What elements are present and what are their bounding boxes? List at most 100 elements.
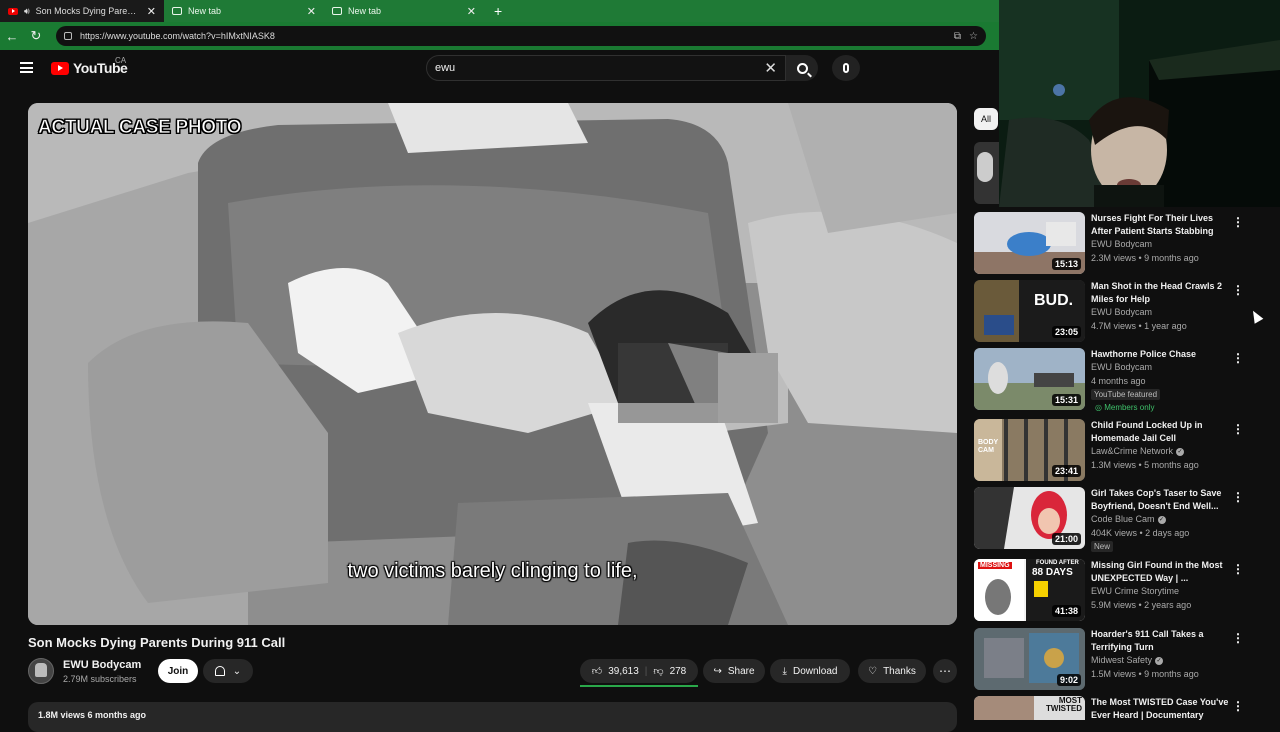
- recommended-video[interactable]: 15:31 Hawthorne Police Chase EWU Bodycam…: [974, 348, 1274, 412]
- video-thumbnail[interactable]: 21:00: [974, 487, 1085, 549]
- tab-title: New tab: [188, 6, 222, 16]
- more-options-icon[interactable]: ⋮: [1232, 215, 1244, 229]
- recommended-video[interactable]: 9:02 Hoarder's 911 Call Takes a Terrifyi…: [974, 628, 1274, 692]
- thanks-button[interactable]: ♡ Thanks: [858, 659, 926, 683]
- like-ratio-bar: [580, 685, 698, 687]
- thumbnail-text: BODY CAM: [978, 439, 999, 454]
- recommended-video[interactable]: 21:00 Girl Takes Cop's Taser to Save Boy…: [974, 487, 1274, 552]
- channel-name[interactable]: EWU Crime Storytime: [1091, 586, 1179, 596]
- video-thumbnail[interactable]: BODY CAM 23:41: [974, 419, 1085, 481]
- video-title[interactable]: Missing Girl Found in the Most UNEXPECTE…: [1091, 559, 1229, 585]
- voice-search-button[interactable]: [832, 55, 860, 81]
- like-count[interactable]: 39,613: [608, 666, 639, 677]
- new-tab-favicon-icon: [332, 7, 342, 15]
- video-title[interactable]: Man Shot in the Head Crawls 2 Miles for …: [1091, 280, 1229, 306]
- channel-avatar[interactable]: [28, 658, 54, 684]
- search-input[interactable]: ewu: [435, 62, 764, 74]
- channel-name[interactable]: Code Blue Cam ✓: [1091, 514, 1166, 524]
- more-options-icon[interactable]: ⋮: [1232, 351, 1244, 365]
- subscriber-count: 2.79M subscribers: [63, 674, 137, 684]
- thumbnail-text: MOST TWISTED: [1046, 696, 1082, 713]
- search-button[interactable]: [786, 55, 818, 81]
- video-meta: 2.3M views • 9 months ago: [1091, 253, 1199, 263]
- divider: |: [644, 665, 648, 677]
- channel-name[interactable]: EWU Bodycam: [1091, 307, 1152, 317]
- more-options-icon[interactable]: ⋮: [1232, 562, 1244, 576]
- playlist-thumbnail[interactable]: [974, 142, 1000, 204]
- browser-tab-active[interactable]: 🔊︎ Son Mocks Dying Parents Du ✕: [0, 0, 164, 22]
- channel-name[interactable]: EWU Bodycam: [1091, 239, 1152, 249]
- members-icon: ◎: [1095, 403, 1105, 412]
- recommended-video[interactable]: BODY CAM 23:41 Child Found Locked Up in …: [974, 419, 1274, 483]
- channel-name[interactable]: Law&Crime Network ✓: [1091, 446, 1185, 456]
- browser-tab[interactable]: New tab ✕: [164, 0, 324, 22]
- more-options-icon[interactable]: ⋮: [1232, 631, 1244, 645]
- close-tab-icon[interactable]: ✕: [147, 5, 156, 18]
- notifications-button[interactable]: ⌄: [203, 659, 253, 683]
- video-meta: 4 months ago: [1091, 376, 1146, 386]
- description-box[interactable]: 1.8M views 6 months ago: [28, 702, 957, 732]
- video-thumbnail[interactable]: 9:02: [974, 628, 1085, 690]
- video-duration: 23:05: [1051, 326, 1081, 338]
- join-button[interactable]: Join: [158, 659, 198, 683]
- recommended-video[interactable]: MOST TWISTED The Most TWISTED Case You'v…: [974, 696, 1274, 720]
- clear-search-icon[interactable]: ✕: [764, 59, 777, 77]
- share-button[interactable]: ↪ Share: [703, 659, 765, 683]
- channel-name[interactable]: Midwest Safety ✓: [1091, 655, 1164, 665]
- more-options-icon[interactable]: ⋮: [1232, 490, 1244, 504]
- video-title[interactable]: Nurses Fight For Their Lives After Patie…: [1091, 212, 1229, 238]
- back-arrow-icon[interactable]: ←: [0, 29, 24, 44]
- video-thumbnail[interactable]: MOST TWISTED: [974, 696, 1085, 720]
- video-meta: 5.9M views • 2 years ago: [1091, 600, 1192, 610]
- channel-name[interactable]: EWU Bodycam: [63, 659, 141, 671]
- site-info-icon[interactable]: [64, 32, 72, 40]
- video-thumbnail[interactable]: MISSING FOUND AFTER 88 DAYS 41:38: [974, 559, 1085, 621]
- recommended-video[interactable]: 15:13 Nurses Fight For Their Lives After…: [974, 212, 1274, 276]
- more-actions-icon[interactable]: ⋯: [933, 659, 957, 683]
- recommended-video[interactable]: BUD. 23:05 Man Shot in the Head Crawls 2…: [974, 280, 1274, 344]
- thumbnail-text-found: FOUND AFTER: [1036, 560, 1079, 566]
- channel-name-text: Code Blue Cam: [1091, 514, 1155, 524]
- video-duration: 9:02: [1056, 674, 1081, 686]
- thumbnail-text: BUD.: [1034, 292, 1074, 309]
- dislike-count[interactable]: 278: [670, 666, 687, 677]
- video-title[interactable]: Child Found Locked Up in Homemade Jail C…: [1091, 419, 1229, 445]
- app-available-icon[interactable]: ⧉: [954, 31, 961, 42]
- reload-icon[interactable]: ↻: [24, 28, 48, 44]
- new-tab-plus-icon[interactable]: +: [494, 3, 502, 19]
- browser-tab[interactable]: New tab ✕: [324, 0, 484, 22]
- youtube-favicon-icon: [8, 7, 18, 15]
- close-tab-icon[interactable]: ✕: [307, 5, 316, 18]
- url-field[interactable]: https://www.youtube.com/watch?v=hIMxtNIA…: [56, 26, 986, 46]
- like-dislike-group: 👍︎ 39,613 | 👎︎ 278: [580, 659, 698, 683]
- url-text: https://www.youtube.com/watch?v=hIMxtNIA…: [80, 31, 275, 41]
- video-thumbnail[interactable]: BUD. 23:05: [974, 280, 1085, 342]
- favorite-star-icon[interactable]: ☆: [969, 31, 978, 42]
- channel-name-text: Law&Crime Network: [1091, 446, 1174, 456]
- search-box[interactable]: ewu ✕: [426, 55, 786, 81]
- thumbs-down-icon[interactable]: 👎︎: [653, 665, 663, 677]
- more-options-icon[interactable]: ⋮: [1232, 283, 1244, 297]
- thanks-label: Thanks: [883, 665, 916, 677]
- video-meta: 1.5M views • 9 months ago: [1091, 669, 1199, 679]
- video-player[interactable]: ACTUAL CASE PHOTO two victims barely cli…: [28, 103, 957, 625]
- download-icon: ⤓: [782, 665, 787, 677]
- search-icon: [796, 62, 808, 74]
- video-thumbnail[interactable]: 15:13: [974, 212, 1085, 274]
- more-options-icon[interactable]: ⋮: [1232, 699, 1244, 713]
- video-title[interactable]: Hoarder's 911 Call Takes a Terrifying Tu…: [1091, 628, 1229, 654]
- download-button[interactable]: ⤓ Download: [770, 659, 850, 683]
- thumbs-up-icon[interactable]: 👍︎: [592, 665, 602, 677]
- video-title: Son Mocks Dying Parents During 911 Call: [28, 635, 286, 650]
- recommended-video[interactable]: MISSING FOUND AFTER 88 DAYS 41:38 Missin…: [974, 559, 1274, 623]
- more-options-icon[interactable]: ⋮: [1232, 422, 1244, 436]
- close-tab-icon[interactable]: ✕: [467, 5, 476, 18]
- channel-name[interactable]: EWU Bodycam: [1091, 362, 1152, 372]
- filter-chip-all[interactable]: All: [974, 108, 998, 130]
- youtube-logo[interactable]: YouTube CA: [51, 56, 128, 76]
- video-title[interactable]: Girl Takes Cop's Taser to Save Boyfriend…: [1091, 487, 1229, 513]
- video-thumbnail[interactable]: 15:31: [974, 348, 1085, 410]
- video-title[interactable]: Hawthorne Police Chase: [1091, 348, 1229, 361]
- video-title[interactable]: The Most TWISTED Case You've Ever Heard …: [1091, 696, 1229, 720]
- menu-hamburger-icon[interactable]: [20, 62, 33, 73]
